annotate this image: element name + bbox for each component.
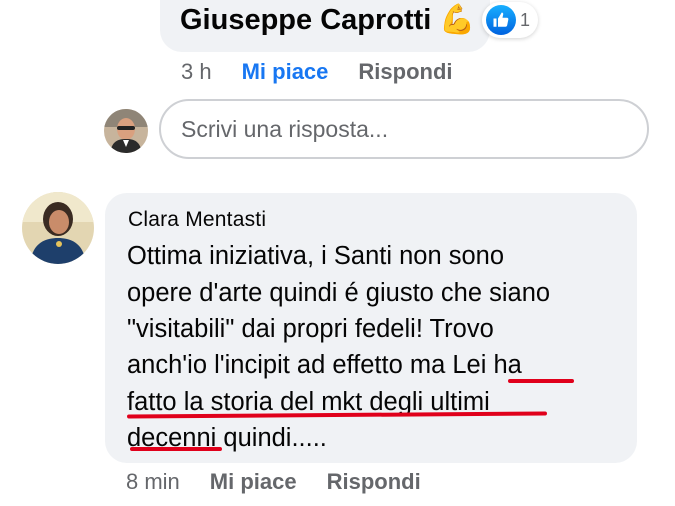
annotation-underline bbox=[130, 447, 222, 451]
annotation-underline bbox=[508, 379, 574, 383]
like-button[interactable]: Mi piace bbox=[210, 469, 297, 495]
thumbs-up-icon bbox=[486, 5, 516, 35]
reply-author-name[interactable]: Giuseppe Caprotti bbox=[180, 4, 431, 36]
comment-text-line: anch'io l'incipit ad effetto ma Lei ha bbox=[127, 351, 522, 379]
comment-text-line: "visitabili" dai propri fedeli! Trovo bbox=[127, 315, 494, 343]
reaction-count: 1 bbox=[520, 9, 531, 30]
like-button[interactable]: Mi piace bbox=[242, 59, 329, 85]
reply-button[interactable]: Rispondi bbox=[327, 469, 421, 495]
reply-author[interactable]: Giuseppe Caprotti 💪 bbox=[180, 2, 476, 38]
avatar[interactable] bbox=[104, 109, 148, 153]
reply-input[interactable] bbox=[159, 99, 649, 159]
comment-timestamp[interactable]: 8 min bbox=[126, 469, 180, 495]
reply-timestamp[interactable]: 3 h bbox=[181, 59, 212, 85]
avatar[interactable] bbox=[22, 192, 94, 264]
comment-author[interactable]: Clara Mentasti bbox=[128, 208, 266, 232]
comment-text-line: opere d'arte quindi é giusto che siano bbox=[127, 279, 551, 307]
flexed-biceps-emoji: 💪 bbox=[439, 4, 476, 36]
reply-actions: 3 h Mi piace Rispondi bbox=[181, 59, 453, 85]
comment-text-line: Ottima iniziativa, i Santi non sono bbox=[127, 242, 505, 270]
comment-actions: 8 min Mi piace Rispondi bbox=[126, 469, 421, 495]
reaction-summary[interactable]: 1 bbox=[482, 2, 539, 38]
reply-button[interactable]: Rispondi bbox=[358, 59, 452, 85]
